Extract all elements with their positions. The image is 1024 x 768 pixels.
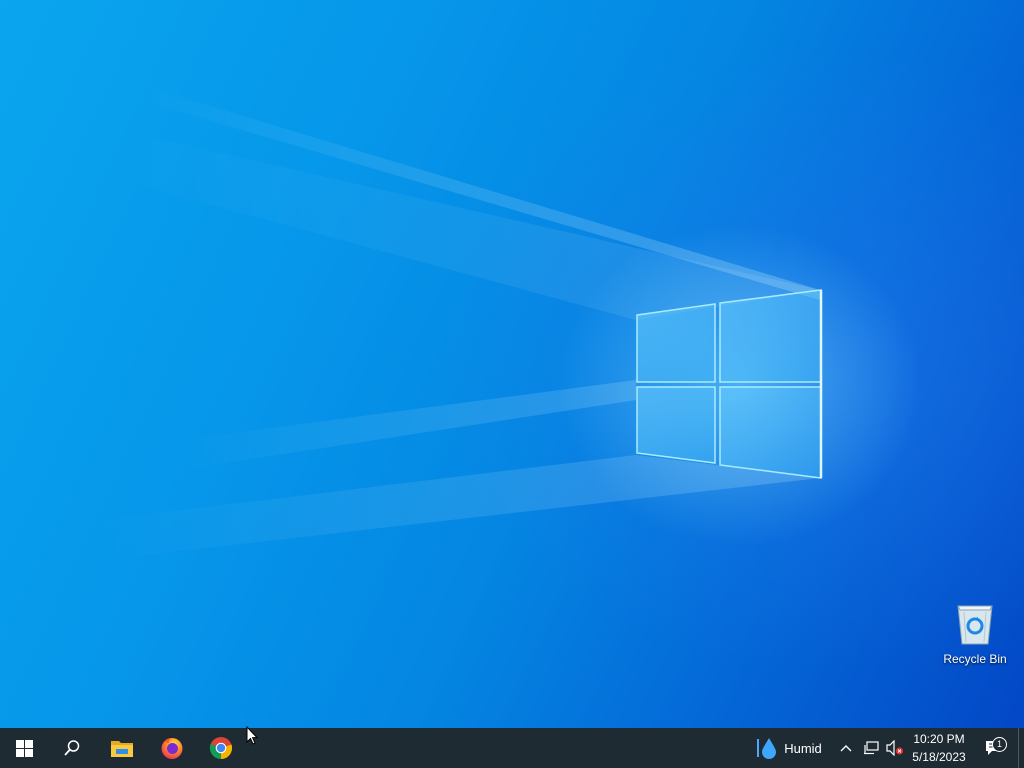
taskbar-app-file-explorer[interactable] [98, 728, 146, 768]
firefox-icon [161, 738, 183, 759]
taskbar-app-firefox[interactable] [148, 728, 196, 768]
desktop-icon-recycle-bin[interactable]: Recycle Bin [940, 600, 1010, 666]
network-button[interactable] [860, 728, 882, 768]
action-center-button[interactable]: 1 [980, 728, 1008, 768]
volume-button[interactable] [884, 728, 906, 768]
taskbar-clock[interactable]: 10:20 PM 5/18/2023 [904, 728, 974, 768]
desktop[interactable]: Recycle Bin [0, 0, 1024, 728]
taskbar-app-chrome[interactable] [197, 728, 245, 768]
weather-widget[interactable]: Humid [746, 728, 830, 768]
volume-muted-icon [886, 740, 904, 756]
weather-label: Humid [784, 740, 822, 756]
windows-logo-icon [15, 739, 33, 757]
recycle-bin-icon [957, 605, 993, 645]
mouse-cursor-icon [246, 726, 258, 745]
file-explorer-icon [111, 741, 133, 757]
chrome-icon [209, 737, 233, 760]
notification-count-badge: 1 [992, 737, 1007, 752]
desktop-icon-label: Recycle Bin [943, 652, 1007, 666]
clock-time: 10:20 PM [913, 732, 965, 746]
water-drop-icon [757, 738, 777, 759]
search-button[interactable] [48, 728, 96, 768]
search-icon [64, 740, 80, 756]
show-hidden-icons-button[interactable] [836, 728, 856, 768]
network-icon [864, 741, 879, 755]
start-button[interactable] [0, 728, 48, 768]
clock-date: 5/18/2023 [912, 750, 966, 764]
wallpaper-windows-logo [100, 85, 823, 560]
show-desktop-button[interactable] [1018, 728, 1024, 768]
chevron-up-icon [840, 745, 852, 752]
taskbar: Humid 10:20 PM 5/18/2023 1 [0, 728, 1024, 768]
